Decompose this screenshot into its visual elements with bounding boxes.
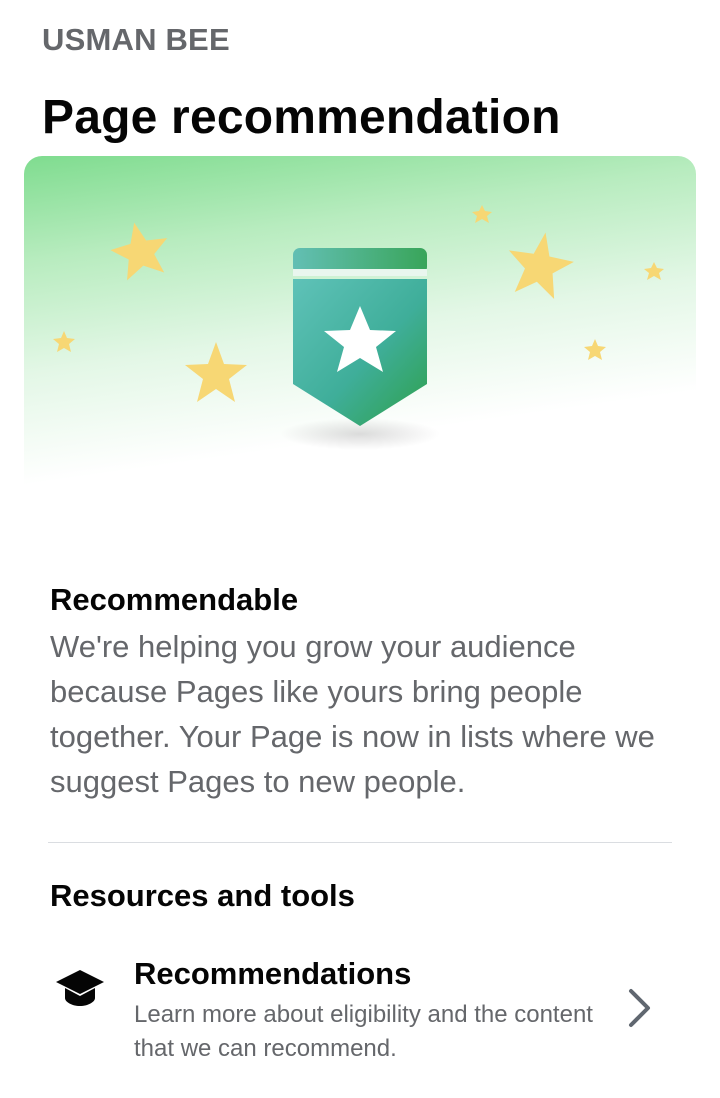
status-section: Recommendable We're helping you grow you… [50,582,680,804]
star-icon [644,262,664,280]
resource-description: Learn more about eligibility and the con… [134,1001,593,1062]
star-icon [508,232,574,299]
hero-illustration [24,156,696,546]
recommended-badge-illustration [53,205,664,450]
page-title: Page recommendation [42,91,561,144]
resource-text: Recommendations Learn more about eligibi… [134,956,594,1066]
resource-item-recommendations[interactable]: Recommendations Learn more about eligibi… [30,946,690,1076]
star-icon [110,222,168,281]
graduation-cap-icon [54,962,106,1014]
divider [48,842,672,843]
header: USMAN BEE Page recommendation [42,22,700,144]
status-title: Recommendable [50,582,299,617]
recommended-badge-icon [293,248,427,426]
resources-title: Resources and tools [50,878,355,913]
star-icon [584,339,606,360]
page-name: USMAN BEE [42,22,230,57]
page-recommendation-screen: USMAN BEE Page recommendation Recommenda… [0,0,720,1098]
star-icon [53,331,75,352]
resource-label: Recommendations [134,956,412,991]
star-icon [472,205,492,223]
star-icon [185,342,247,402]
chevron-right-icon[interactable] [622,986,656,1030]
status-description: We're helping you grow your audience bec… [50,629,655,799]
